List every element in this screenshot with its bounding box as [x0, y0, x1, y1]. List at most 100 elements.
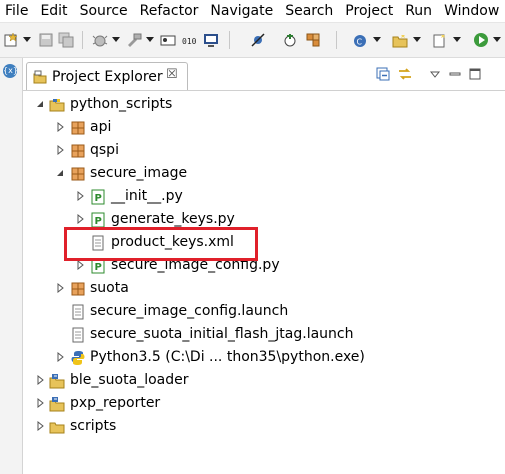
package-icon: [71, 121, 85, 135]
project-folder-icon: [49, 397, 65, 412]
minimize-icon[interactable]: [448, 67, 462, 81]
file-icon: [72, 327, 84, 343]
highlight-annotation: [64, 227, 258, 261]
tree-item-label: qspi: [90, 142, 119, 158]
skip-breakpoints-icon[interactable]: [250, 32, 266, 48]
external-tools-icon[interactable]: [282, 32, 298, 48]
save-all-icon[interactable]: [58, 32, 74, 48]
tree-item-secure-image-config-launch[interactable]: secure_image_config.launch: [23, 300, 505, 323]
svg-text:C: C: [357, 38, 363, 47]
tree-item-api[interactable]: api: [23, 116, 505, 139]
collapsed-arrow-icon[interactable]: [55, 283, 65, 293]
open-type-icon[interactable]: [305, 32, 321, 48]
maximize-icon[interactable]: [468, 67, 482, 81]
expanded-arrow-icon[interactable]: [55, 168, 65, 178]
collapse-all-icon[interactable]: [376, 67, 390, 81]
menu-bar: File Edit Source Refactor Navigate Searc…: [0, 0, 505, 23]
console-icon[interactable]: [203, 32, 219, 48]
new-folder-icon[interactable]: [392, 32, 408, 48]
tree-item-label: python_scripts: [70, 96, 173, 112]
package-icon: [71, 282, 85, 296]
collapsed-arrow-icon[interactable]: [55, 122, 65, 132]
svg-text:P: P: [95, 216, 102, 227]
build-icon[interactable]: [126, 32, 142, 48]
file-icon: [72, 304, 84, 320]
view-menu-icon[interactable]: [428, 67, 442, 81]
menu-edit[interactable]: Edit: [34, 0, 73, 22]
collapsed-arrow-icon[interactable]: [35, 398, 45, 408]
tree-item-label: Python3.5 (C:\Di ... thon35\python.exe): [90, 349, 365, 365]
tree-item-ble-suota-loader[interactable]: ble_suota_loader: [23, 369, 505, 392]
collapsed-arrow-icon[interactable]: [35, 375, 45, 385]
python-interpreter-icon: [71, 351, 85, 365]
run-icon[interactable]: [473, 32, 489, 48]
new-folder-dropdown-icon[interactable]: [413, 37, 421, 42]
new-icon[interactable]: [3, 32, 19, 48]
tree-item-label: __init__.py: [111, 188, 183, 204]
package-icon: [71, 167, 85, 181]
tree-item-init-py[interactable]: P __init__.py: [23, 185, 505, 208]
toggle-breakpoint-icon[interactable]: [160, 32, 176, 48]
link-with-editor-icon[interactable]: [398, 67, 412, 81]
view-title: Project Explorer: [52, 69, 163, 85]
tree-item-python-scripts[interactable]: python_scripts: [23, 93, 505, 116]
tree-item-pxp-reporter[interactable]: pxp_reporter: [23, 392, 505, 415]
menu-run[interactable]: Run: [399, 0, 438, 22]
menu-window[interactable]: Window: [438, 0, 505, 22]
tab-project-explorer[interactable]: Project Explorer ☒: [26, 62, 188, 90]
collapsed-arrow-icon[interactable]: [75, 260, 85, 270]
new-class-icon[interactable]: C: [352, 32, 368, 48]
tree-item-python-interpreter[interactable]: Python3.5 (C:\Di ... thon35\python.exe): [23, 346, 505, 369]
collapsed-arrow-icon[interactable]: [55, 145, 65, 155]
main-toolbar: 010 C: [0, 23, 505, 58]
tree-item-suota[interactable]: suota: [23, 277, 505, 300]
tree-item-label: secure_suota_initial_flash_jtag.launch: [90, 326, 354, 342]
debug-icon[interactable]: [92, 32, 108, 48]
tree-item-scripts[interactable]: scripts: [23, 415, 505, 438]
tree-item-label: api: [90, 119, 112, 135]
collapsed-arrow-icon[interactable]: [35, 421, 45, 431]
project-explorer-icon: [33, 70, 47, 84]
svg-text:P: P: [95, 262, 102, 273]
collapsed-arrow-icon[interactable]: [75, 191, 85, 201]
tree-item-label: pxp_reporter: [70, 395, 161, 411]
collapsed-arrow-icon[interactable]: [55, 352, 65, 362]
tree-item-secure-image[interactable]: secure_image: [23, 162, 505, 185]
tree-item-label: secure_image: [90, 165, 188, 181]
new-dropdown-icon[interactable]: [23, 37, 31, 42]
python-project-icon: [49, 99, 65, 112]
save-icon[interactable]: [38, 32, 54, 48]
project-tree: python_scripts api qspi secure_image P _…: [23, 91, 505, 474]
binary-icon[interactable]: 010: [182, 32, 198, 48]
package-icon: [71, 144, 85, 158]
debug-dropdown-icon[interactable]: [112, 37, 120, 42]
new-file-dropdown-icon[interactable]: [453, 37, 461, 42]
svg-text:010: 010: [182, 37, 197, 46]
folder-icon: [49, 422, 65, 434]
tree-item-secure-suota-launch[interactable]: secure_suota_initial_flash_jtag.launch: [23, 323, 505, 346]
python-file-icon: P: [91, 212, 105, 228]
new-file-icon[interactable]: [432, 32, 448, 48]
left-trim-bar: {x}: [0, 58, 23, 474]
variables-icon[interactable]: {x}: [3, 64, 18, 78]
menu-file[interactable]: File: [0, 0, 34, 22]
menu-search[interactable]: Search: [279, 0, 339, 22]
menu-refactor[interactable]: Refactor: [134, 0, 205, 22]
build-dropdown-icon[interactable]: [146, 37, 154, 42]
tree-item-label: ble_suota_loader: [70, 372, 189, 388]
collapsed-arrow-icon[interactable]: [75, 214, 85, 224]
close-icon[interactable]: ☒: [166, 67, 178, 82]
expanded-arrow-icon[interactable]: [35, 99, 45, 109]
svg-text:P: P: [95, 193, 102, 204]
menu-source[interactable]: Source: [74, 0, 134, 22]
new-class-dropdown-icon[interactable]: [373, 37, 381, 42]
menu-navigate[interactable]: Navigate: [204, 0, 279, 22]
tree-item-qspi[interactable]: qspi: [23, 139, 505, 162]
run-dropdown-icon[interactable]: [493, 37, 501, 42]
project-folder-icon: [49, 374, 65, 389]
tree-item-label: suota: [90, 280, 129, 296]
view-header: Project Explorer ☒: [23, 58, 505, 91]
tree-item-label: secure_image_config.launch: [90, 303, 289, 319]
python-file-icon: P: [91, 189, 105, 205]
menu-project[interactable]: Project: [339, 0, 399, 22]
